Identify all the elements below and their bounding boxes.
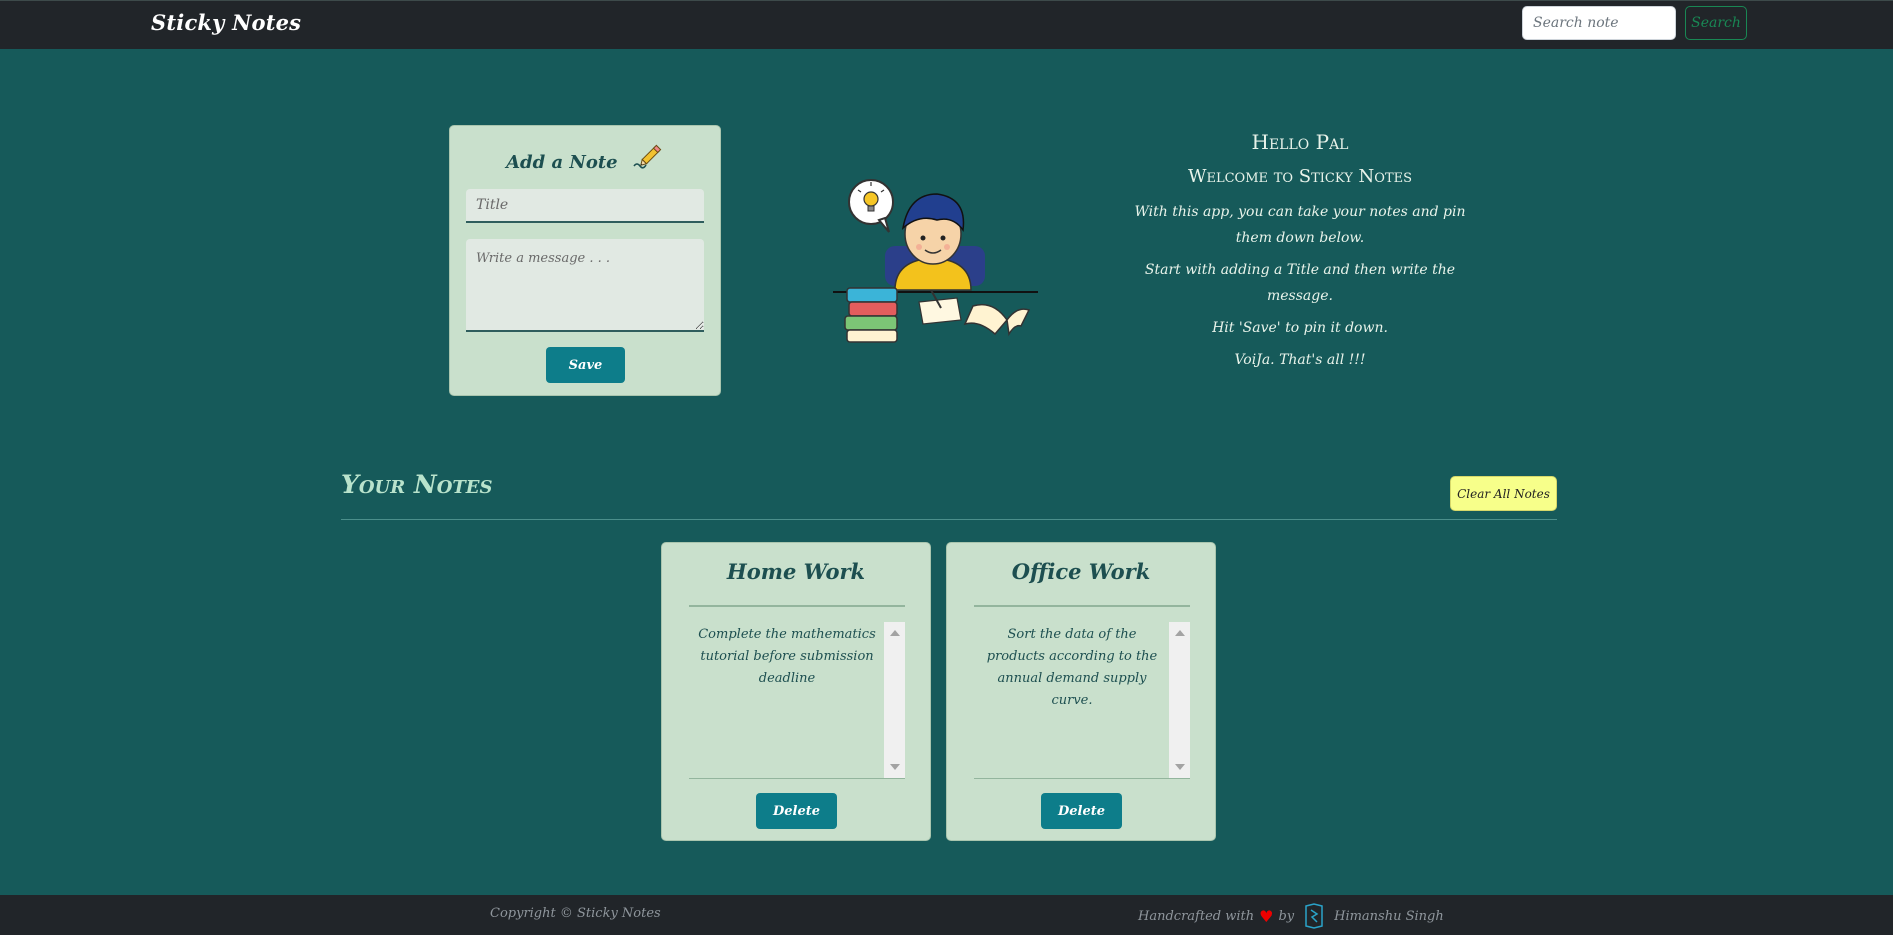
credit-by: by <box>1278 908 1295 924</box>
clear-all-notes-button[interactable]: Clear All Notes <box>1450 476 1557 511</box>
delete-button[interactable]: Delete <box>756 793 837 829</box>
search-input[interactable] <box>1522 6 1676 40</box>
hello-heading: Hello Pal <box>1251 130 1349 154</box>
navbar: Sticky Notes Search <box>0 0 1893 49</box>
note-title-input[interactable] <box>466 189 704 223</box>
pencil-icon <box>630 144 664 175</box>
note-card: Home Work Complete the mathematics tutor… <box>661 542 931 841</box>
note-body: Complete the mathematics tutorial before… <box>689 622 905 779</box>
welcome-subtitle: Welcome to Sticky Notes <box>1187 166 1413 187</box>
add-note-heading-text: Add a Note <box>506 152 618 173</box>
note-title: Office Work <box>1011 559 1151 584</box>
add-note-heading: Add a Note <box>450 144 720 175</box>
note-body: Sort the data of the products according … <box>974 622 1190 779</box>
credit-line: Handcrafted with ♥ by Himanshu Singh <box>1138 903 1444 929</box>
add-note-card: Add a Note Save <box>449 125 721 396</box>
note-scrollbar[interactable] <box>1169 622 1190 778</box>
note-card: Office Work Sort the data of the product… <box>946 542 1216 841</box>
welcome-line-1: With this app, you can take your notes a… <box>1134 204 1466 246</box>
footer: Copyright © Sticky Notes Handcrafted wit… <box>0 895 1893 935</box>
welcome-line-2: Start with adding a Title and then write… <box>1144 262 1456 304</box>
scroll-down-arrow-icon[interactable] <box>890 764 900 770</box>
author-name[interactable]: Himanshu Singh <box>1334 909 1444 924</box>
brand-logo[interactable]: Sticky Notes <box>151 10 301 35</box>
note-divider <box>689 605 905 607</box>
copyright-text: Copyright © Sticky Notes <box>490 906 661 921</box>
welcome-line-4: VoiJa. That's all !!! <box>1234 352 1366 368</box>
scroll-down-arrow-icon[interactable] <box>1175 764 1185 770</box>
save-button[interactable]: Save <box>546 347 625 383</box>
welcome-line-3: Hit 'Save' to pin it down. <box>1212 320 1388 336</box>
section-divider <box>341 519 1557 520</box>
scroll-up-arrow-icon[interactable] <box>890 630 900 636</box>
note-divider <box>974 605 1190 607</box>
scroll-up-arrow-icon[interactable] <box>1175 630 1185 636</box>
search-button[interactable]: Search <box>1685 6 1747 40</box>
welcome-panel: Hello Pal Welcome to Sticky Notes With t… <box>1130 125 1470 373</box>
note-scrollbar[interactable] <box>884 622 905 778</box>
student-illustration <box>833 178 1038 344</box>
credit-prefix: Handcrafted with <box>1138 908 1255 924</box>
delete-button[interactable]: Delete <box>1041 793 1122 829</box>
author-logo-icon[interactable] <box>1303 903 1325 929</box>
note-message-input[interactable] <box>466 239 704 332</box>
note-text: Sort the data of the products according … <box>986 627 1158 708</box>
note-text: Complete the mathematics tutorial before… <box>698 627 876 686</box>
your-notes-heading: Your Notes <box>341 470 493 499</box>
note-title: Home Work <box>726 559 866 584</box>
heart-icon: ♥ <box>1259 906 1274 926</box>
